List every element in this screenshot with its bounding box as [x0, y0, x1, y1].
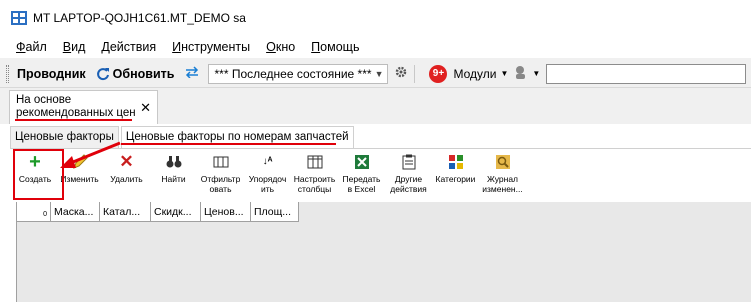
annotation-underline [15, 119, 132, 121]
grid-header: 0 Маска... Катал... Скидк... Ценов... Пл… [17, 202, 299, 222]
clipboard-icon [400, 153, 418, 171]
binoculars-icon [165, 153, 183, 171]
menu-window[interactable]: Окно [266, 40, 295, 54]
user-search-icon[interactable] [514, 65, 530, 82]
window-title: MT LAPTOP-QOJH1C61.MT_DEMO sa [33, 11, 246, 25]
modules-button[interactable]: Модули [453, 67, 496, 81]
swap-arrows-icon[interactable] [184, 66, 200, 81]
app-icon [11, 11, 27, 25]
toolbar-grip[interactable] [6, 64, 9, 83]
menu-help[interactable]: Помощь [311, 40, 359, 54]
filter-button[interactable]: Отфильтр овать [197, 149, 244, 202]
data-grid[interactable]: 0 Маска... Катал... Скидк... Ценов... Пл… [16, 202, 751, 302]
column-header-catalog[interactable]: Катал... [100, 202, 151, 222]
menu-file[interactable]: Файл [16, 40, 47, 54]
sort-button[interactable]: ↓ᴬ Упорядоч ить [244, 149, 291, 202]
title-bar: MT LAPTOP-QOJH1C61.MT_DEMO sa [0, 0, 751, 36]
state-dropdown-value: *** Последнее состояние *** [214, 66, 372, 81]
state-dropdown[interactable]: *** Последнее состояние *** ▼ [208, 63, 389, 84]
notifications-badge[interactable]: 9+ [429, 64, 448, 83]
row-count: 0 [17, 202, 51, 222]
categories-button[interactable]: Категории [432, 149, 479, 202]
annotation-underline [121, 143, 336, 145]
sort-az-icon: ↓ᴬ [262, 156, 273, 167]
column-header-mask[interactable]: Маска... [51, 202, 100, 222]
column-header-price[interactable]: Ценов... [201, 202, 251, 222]
other-actions-button[interactable]: Другие действия [385, 149, 432, 202]
close-icon[interactable]: ✕ [140, 101, 151, 114]
columns-icon [306, 153, 324, 171]
find-button[interactable]: Найти [150, 149, 197, 202]
annotation-arrow [54, 140, 124, 175]
explorer-button[interactable]: Проводник [17, 67, 86, 81]
refresh-icon[interactable] [96, 67, 110, 81]
toolbar-separator [414, 64, 416, 83]
filter-icon [212, 153, 230, 171]
change-log-button[interactable]: Журнал изменен... [479, 149, 526, 202]
search-input[interactable] [546, 63, 747, 84]
menu-actions[interactable]: Действия [101, 40, 156, 54]
chevron-down-icon[interactable]: ▼ [532, 69, 540, 78]
menu-bar: Файл Вид Действия Инструменты Окно Помощ… [0, 36, 751, 58]
chevron-down-icon: ▼ [374, 68, 384, 79]
excel-icon [353, 153, 371, 171]
doc-tab-label-line1: На основе [16, 94, 72, 106]
menu-tools[interactable]: Инструменты [172, 40, 250, 54]
settings-gear-icon[interactable] [394, 65, 408, 82]
menu-view[interactable]: Вид [63, 40, 86, 54]
configure-columns-button[interactable]: Настроить столбцы [291, 149, 338, 202]
categories-icon [447, 153, 465, 171]
column-header-area[interactable]: Площ... [251, 202, 299, 222]
main-toolbar: Проводник Обновить *** Последнее состоян… [0, 60, 751, 88]
export-excel-button[interactable]: Передать в Excel [338, 149, 385, 202]
column-header-discount[interactable]: Скидк... [151, 202, 201, 222]
journal-icon [494, 153, 512, 171]
chevron-down-icon[interactable]: ▼ [500, 69, 508, 78]
refresh-button[interactable]: Обновить [113, 67, 175, 81]
